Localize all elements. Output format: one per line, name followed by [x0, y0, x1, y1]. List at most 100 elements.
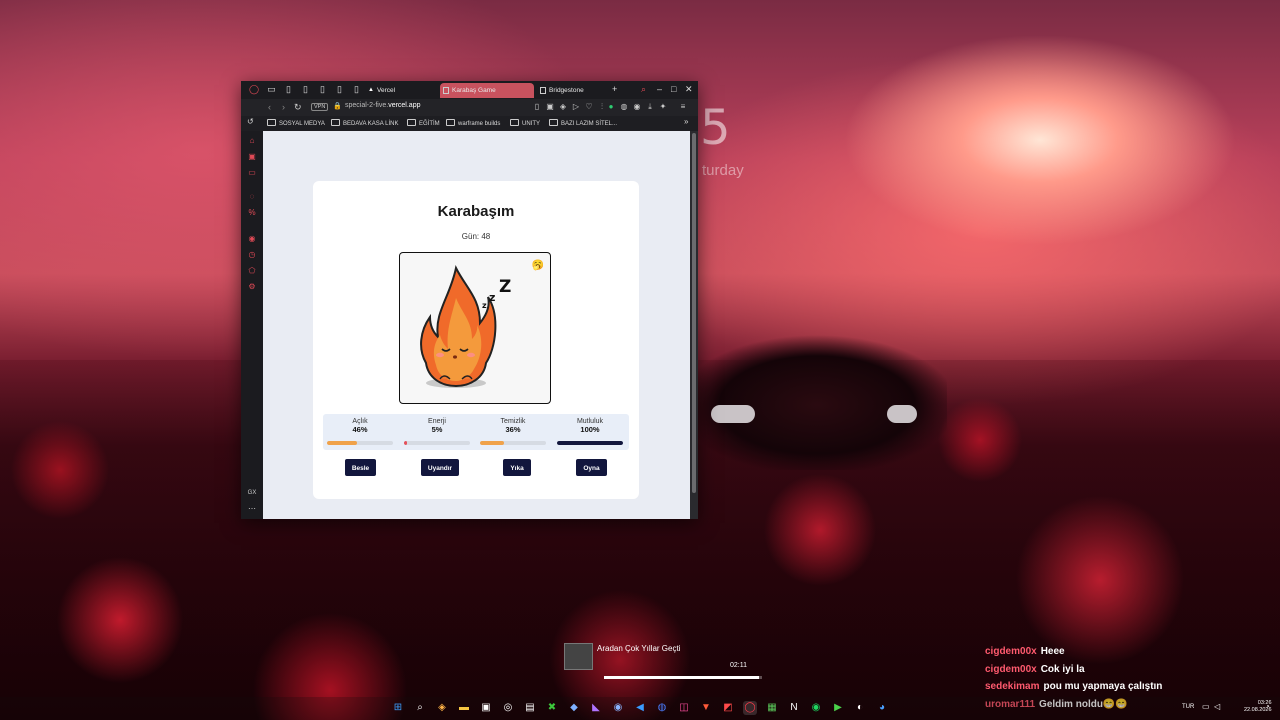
sidebar-pin-icon[interactable]: ⬠	[248, 267, 256, 275]
chat-username: cigdem00x	[985, 663, 1037, 675]
download-icon[interactable]: ⤓	[646, 103, 654, 111]
minimize-icon[interactable]: –	[657, 84, 662, 94]
sidebar-messenger-icon[interactable]: ◌	[248, 193, 256, 201]
taskbar-steam-icon[interactable]: ◎	[501, 701, 515, 715]
wake-button[interactable]: Uyandır	[421, 459, 459, 476]
menu-icon[interactable]: ≡	[679, 103, 687, 111]
pinned-tab-icon[interactable]: ▯	[318, 85, 327, 94]
tab-vercel[interactable]: ▲ Vercel	[365, 83, 437, 98]
scrollbar-thumb[interactable]	[692, 133, 696, 493]
pinned-tab-icon[interactable]: ▯	[335, 85, 344, 94]
taskbar-copilot-icon[interactable]: ◈	[435, 701, 449, 715]
tab-bar: ◯ ▭ ▯ ▯ ▯ ▯ ▯ ▲ Vercel Karabaş Game Brid…	[241, 81, 698, 99]
bookmark-label: warframe builds	[458, 121, 501, 127]
pinned-tab-icon[interactable]: ▯	[284, 85, 293, 94]
taskbar-instagram-icon[interactable]: ◫	[677, 701, 691, 715]
pinned-tab-icon[interactable]: ▯	[352, 85, 361, 94]
taskbar-minecraft-icon[interactable]: ▦	[765, 701, 779, 715]
folder-icon	[549, 119, 558, 126]
pinned-tab-icon[interactable]: ▯	[301, 85, 310, 94]
taskbar-vscode-icon[interactable]: ◀	[633, 701, 647, 715]
reload-icon[interactable]: ↻	[294, 102, 302, 113]
bookmark-bazi-lazim[interactable]: BAZI LAZIM SİTEL...	[549, 119, 617, 127]
taskbar-app-icon[interactable]: ◩	[721, 701, 735, 715]
taskbar-brave-icon[interactable]: ▼	[699, 701, 713, 715]
close-icon[interactable]: ✕	[685, 84, 693, 95]
url-field[interactable]: special-2-five.vercel.app	[345, 102, 420, 109]
taskbar-store-icon[interactable]: ▣	[479, 701, 493, 715]
volume-icon[interactable]: ◁	[1214, 702, 1220, 711]
tab-label: Karabaş Game	[452, 87, 496, 94]
extensions-icon[interactable]: ⫶	[598, 103, 606, 111]
play-button[interactable]: Oyna	[576, 459, 607, 476]
shield-icon[interactable]: ◈	[559, 103, 567, 111]
bookmark-egitim[interactable]: EĞİTİM	[407, 119, 440, 127]
taskbar-app-icon[interactable]: ▶	[831, 701, 845, 715]
chat-username: cigdem00x	[985, 646, 1037, 657]
sidebar-home-icon[interactable]: ⌂	[248, 137, 256, 145]
more-bookmarks-icon[interactable]: »	[684, 117, 688, 126]
bookmark-icon[interactable]: ▯	[533, 103, 541, 111]
sidebar-tv-icon[interactable]: ▭	[248, 169, 256, 177]
pet-display[interactable]: 🥱 z z Z	[399, 252, 551, 404]
tab-menu-icon[interactable]: ▭	[267, 85, 276, 94]
game-card: Karabaşım Gün: 48 🥱 z z Z Açlık 46% Ener…	[313, 181, 639, 499]
stat-value: 46%	[352, 425, 368, 434]
taskbar-app-icon[interactable]: ◍	[655, 701, 669, 715]
play-icon[interactable]: ▷	[572, 103, 580, 111]
new-tab-icon[interactable]: +	[612, 84, 617, 94]
feed-button[interactable]: Besle	[345, 459, 376, 476]
sidebar-settings-icon[interactable]: ⚙	[248, 283, 256, 291]
taskbar-spotify-icon[interactable]: ◉	[809, 701, 823, 715]
taskbar-search-icon[interactable]: ⌕	[413, 701, 427, 715]
stat-cleanliness: Temizlik 36%	[478, 418, 548, 434]
taskbar-opera-gx-icon[interactable]: ◯	[743, 701, 757, 715]
notification-bell-icon[interactable]: ◔	[1265, 702, 1270, 711]
sidebar-more-icon[interactable]: ⋯	[248, 505, 256, 513]
taskbar-xbox-icon[interactable]: ✖	[545, 701, 559, 715]
bookmark-bedava-kasa[interactable]: BEDAVA KASA LİNK	[331, 119, 398, 127]
snapshot-icon[interactable]: ▣	[546, 103, 554, 111]
sidebar-twitch-icon[interactable]: ▣	[248, 153, 256, 161]
maximize-icon[interactable]: □	[671, 84, 676, 94]
tab-karabas-game[interactable]: Karabaş Game	[440, 83, 534, 98]
taskbar-epic-icon[interactable]: ▤	[523, 701, 537, 715]
sidebar-gx-label[interactable]: GX	[246, 489, 258, 497]
windows-start-icon[interactable]: ⊞	[391, 701, 405, 715]
vpn-badge[interactable]: VPN	[311, 103, 329, 111]
back-icon[interactable]: ‹	[268, 102, 271, 112]
search-tabs-icon[interactable]: ⌕	[641, 84, 646, 95]
folder-icon	[407, 119, 416, 126]
profile-icon[interactable]: ◉	[633, 103, 641, 111]
bookmark-sosyal-medya[interactable]: SOSYAL MEDYA	[267, 119, 325, 127]
taskbar-app-icon[interactable]: ◆	[567, 701, 581, 715]
taskbar-visual-studio-icon[interactable]: ◣	[589, 701, 603, 715]
lock-icon[interactable]: 🔒	[333, 102, 342, 110]
taskbar-explorer-icon[interactable]: ▬	[457, 701, 471, 715]
bookmark-warframe[interactable]: warframe builds	[446, 119, 500, 127]
status-dot-icon[interactable]: ●	[607, 103, 615, 111]
ai-icon[interactable]: ✦	[659, 103, 667, 111]
sidebar-history-icon[interactable]: ◷	[248, 251, 256, 259]
sidebar-percent-icon[interactable]: %	[248, 209, 256, 217]
history-icon[interactable]: ↺	[247, 117, 254, 126]
heart-icon[interactable]: ♡	[585, 103, 593, 111]
chat-icon[interactable]: ◍	[620, 103, 628, 111]
url-domain: vercel.app	[388, 102, 421, 109]
network-icon[interactable]: ▭	[1202, 702, 1210, 711]
language-indicator[interactable]: TUR	[1182, 704, 1194, 710]
forward-icon[interactable]: ›	[282, 102, 285, 112]
bookmark-unity[interactable]: UNITY	[510, 119, 540, 127]
wash-button[interactable]: Yıka	[503, 459, 531, 476]
taskbar-app-icon[interactable]: ◐	[853, 701, 867, 715]
taskbar-app-icon[interactable]: ◉	[611, 701, 625, 715]
tab-bridgestone[interactable]: Bridgestone	[537, 83, 609, 98]
bookmarks-bar: ↺ SOSYAL MEDYA BEDAVA KASA LİNK EĞİTİM w…	[241, 116, 698, 131]
taskbar-notion-icon[interactable]: N	[787, 701, 801, 715]
sidebar-player-icon[interactable]: ◉	[248, 235, 256, 243]
opera-logo-icon[interactable]: ◯	[249, 85, 259, 94]
taskbar-app-icon[interactable]: ◕	[875, 701, 889, 715]
media-player-widget[interactable]: Aradan Çok Yıllar Geçti 02:11	[560, 640, 766, 682]
page-scrollbar[interactable]	[690, 131, 698, 519]
song-progress-bar[interactable]	[604, 676, 762, 679]
